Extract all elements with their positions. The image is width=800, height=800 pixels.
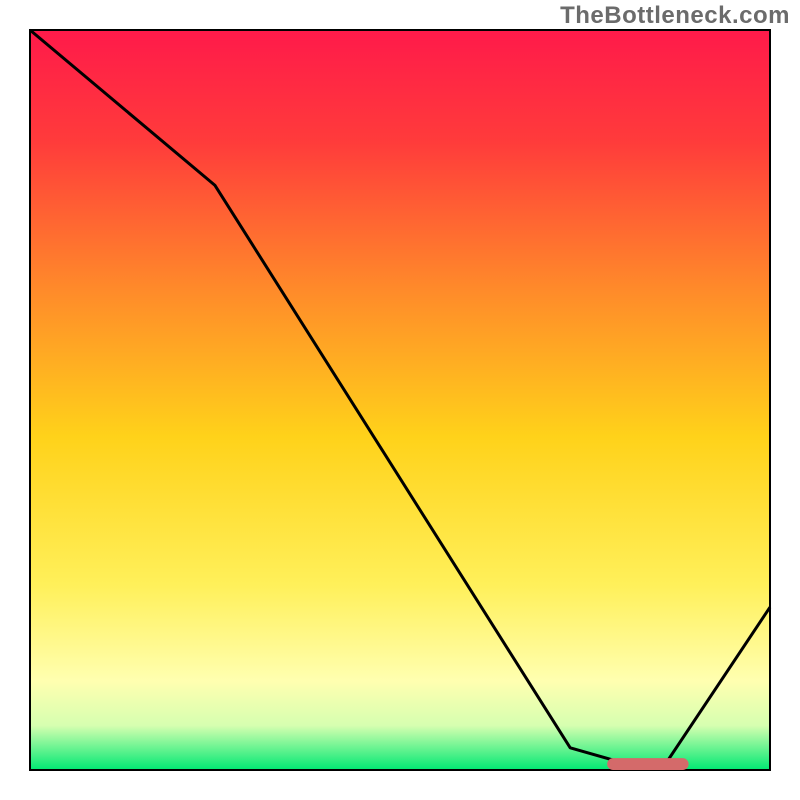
optimal-range-bar [607, 758, 688, 770]
gradient-background [30, 30, 770, 770]
bottleneck-chart [0, 0, 800, 800]
chart-container: { "attribution": "TheBottleneck.com", "c… [0, 0, 800, 800]
